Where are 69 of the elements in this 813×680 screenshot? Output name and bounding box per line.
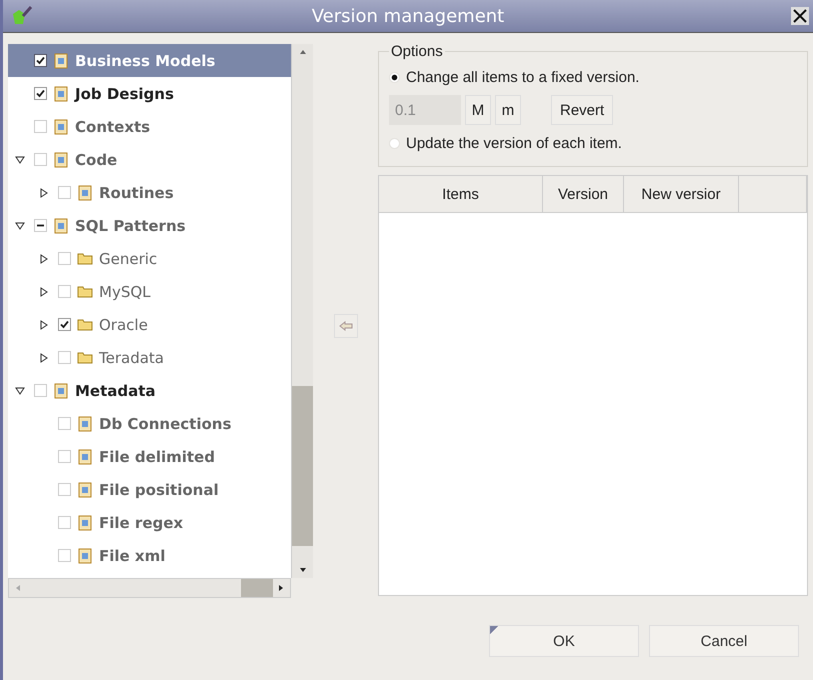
ok-button[interactable]: OK xyxy=(489,625,639,657)
folder-icon xyxy=(77,318,93,331)
tree-item[interactable]: File delimited xyxy=(8,440,291,473)
tree-item[interactable]: File regex xyxy=(8,506,291,539)
item-icon xyxy=(77,548,93,564)
tree-item[interactable]: Teradata xyxy=(8,341,291,374)
cancel-button[interactable]: Cancel xyxy=(649,625,799,657)
horizontal-scrollbar[interactable] xyxy=(8,578,291,598)
item-icon xyxy=(53,52,69,68)
group-title: Options xyxy=(390,43,444,60)
expanded-arrow-icon[interactable] xyxy=(15,220,25,230)
radio-label[interactable]: Update the version of each item. xyxy=(406,134,622,152)
collapsed-arrow-icon[interactable] xyxy=(39,320,49,330)
column-header[interactable]: New versior xyxy=(624,176,739,213)
version-button[interactable]: m xyxy=(495,95,521,125)
item-icon xyxy=(53,118,69,134)
scroll-up-arrow-icon[interactable] xyxy=(298,48,306,56)
version-button[interactable]: Revert xyxy=(551,95,614,125)
column-header[interactable]: Version xyxy=(543,176,624,213)
item-icon xyxy=(77,448,93,464)
scroll-right-arrow-icon[interactable] xyxy=(277,584,285,592)
collapsed-arrow-icon[interactable] xyxy=(39,254,49,264)
item-icon xyxy=(53,218,69,234)
scroll-down-arrow-icon[interactable] xyxy=(298,566,306,574)
tree-item[interactable]: Routines xyxy=(8,176,291,209)
left-arrow-icon xyxy=(338,320,352,330)
collapsed-arrow-icon[interactable] xyxy=(39,286,49,296)
folder-icon xyxy=(77,285,93,298)
item-icon xyxy=(53,86,69,102)
vertical-scrollbar[interactable] xyxy=(291,44,313,578)
tree-item[interactable]: Oracle xyxy=(8,308,291,341)
radio-label[interactable]: Change all items to a fixed version. xyxy=(406,68,640,86)
version-button[interactable]: M xyxy=(465,95,491,125)
scroll-left-arrow-icon[interactable] xyxy=(14,584,22,592)
radio-button[interactable] xyxy=(389,138,400,148)
tree-item[interactable]: Code xyxy=(8,143,291,176)
tree-item[interactable]: Generic xyxy=(8,242,291,275)
item-icon xyxy=(77,184,93,200)
move-left-button[interactable] xyxy=(334,314,358,338)
tree-item[interactable]: Business Models xyxy=(8,44,291,77)
folder-icon xyxy=(77,252,93,265)
item-icon xyxy=(77,482,93,498)
checkbox[interactable] xyxy=(34,87,47,100)
checkbox[interactable] xyxy=(34,54,47,67)
item-icon xyxy=(77,416,93,432)
scrollbar-thumb[interactable] xyxy=(292,386,313,546)
collapsed-arrow-icon[interactable] xyxy=(39,188,49,198)
radio-button[interactable] xyxy=(389,72,400,82)
app-icon xyxy=(11,6,33,26)
expanded-arrow-icon[interactable] xyxy=(15,386,25,396)
window-title: Version management xyxy=(310,6,506,26)
tree-item[interactable]: Contexts xyxy=(8,110,291,143)
item-icon xyxy=(77,514,93,530)
tree-item[interactable]: Db Connections xyxy=(8,407,291,440)
item-icon xyxy=(53,382,69,398)
tree-item[interactable]: MySQL xyxy=(8,275,291,308)
column-header[interactable]: Items xyxy=(379,176,543,213)
tree-item[interactable]: Job Designs xyxy=(8,77,291,110)
checkbox[interactable] xyxy=(58,318,71,331)
collapsed-arrow-icon[interactable] xyxy=(39,352,49,362)
tree-item[interactable]: Metadata xyxy=(8,374,291,407)
tree-item[interactable]: SQL Patterns xyxy=(8,209,291,242)
item-icon xyxy=(53,152,69,168)
expanded-arrow-icon[interactable] xyxy=(15,154,25,164)
scrollbar-thumb[interactable] xyxy=(241,579,273,597)
tree-item[interactable]: File positional xyxy=(8,473,291,506)
folder-icon xyxy=(77,351,93,364)
tree-item[interactable]: File xml xyxy=(8,539,291,572)
close-icon[interactable] xyxy=(791,7,809,25)
